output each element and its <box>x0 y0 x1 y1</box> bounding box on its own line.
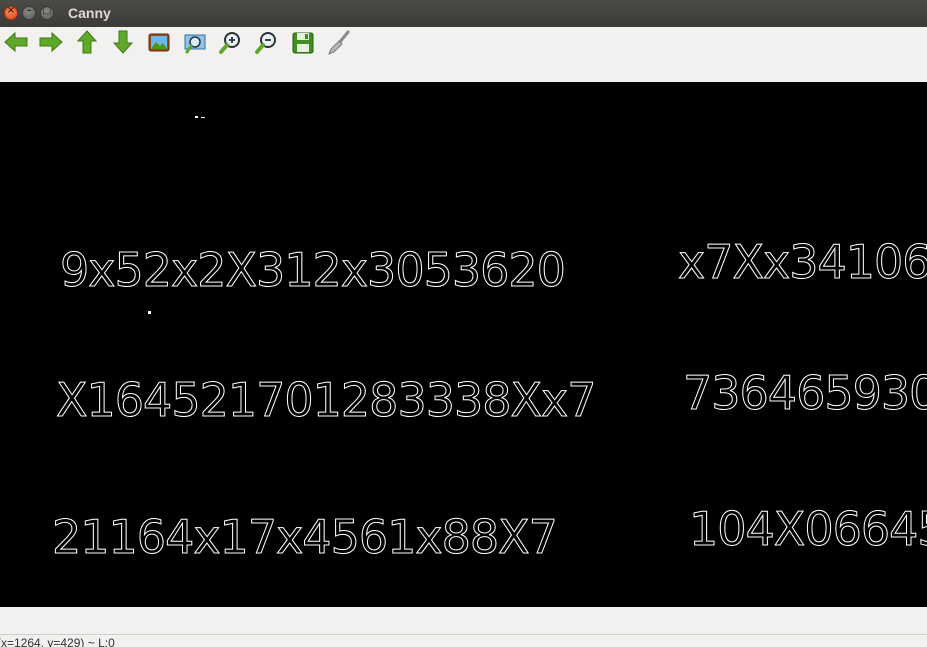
status-bar: (x=1264, y=429) ~ L:0 <box>0 607 927 647</box>
close-button[interactable]: × <box>4 5 18 20</box>
status-divider <box>0 634 927 635</box>
toolbar <box>0 27 927 83</box>
image-canvas[interactable]: 9x52x2X312x3053620 x7Xx341060 X164521701… <box>0 82 927 607</box>
maximize-icon: □ <box>42 5 52 16</box>
close-icon: × <box>6 5 16 16</box>
arrow-left-icon <box>4 31 28 53</box>
status-coordinates: (x=1264, y=429) ~ L:0 <box>0 636 115 647</box>
zoom-out-icon <box>255 32 276 54</box>
save-button[interactable] <box>289 29 317 57</box>
edge-text-row3-right: 104X06645 <box>689 502 927 556</box>
edge-text-row1-left: 9x52x2X312x3053620 <box>60 243 567 297</box>
zoom-region-button[interactable] <box>181 29 209 57</box>
zoom-region-icon <box>184 34 206 54</box>
zoom-in-button[interactable] <box>217 29 245 57</box>
pan-up-button[interactable] <box>73 29 101 57</box>
edge-speck <box>201 117 205 118</box>
floppy-disk-icon <box>292 32 314 54</box>
minimize-button[interactable]: – <box>22 5 36 20</box>
canny-window: × – □ Canny 9x52x2X312x3053620 x7Xx34106… <box>0 0 927 647</box>
zoom-in-icon <box>219 32 240 54</box>
edge-speck <box>195 116 198 118</box>
arrow-down-icon <box>112 30 134 54</box>
window-title: Canny <box>68 5 111 21</box>
pan-left-button[interactable] <box>2 29 30 57</box>
image-icon <box>148 33 170 52</box>
maximize-button[interactable]: □ <box>40 5 54 20</box>
brush-icon <box>328 30 350 55</box>
zoom-fit-button[interactable] <box>145 29 173 57</box>
edge-text-row1-right: x7Xx341060 <box>678 235 927 289</box>
pan-down-button[interactable] <box>109 29 137 57</box>
arrow-right-icon <box>39 31 63 53</box>
title-bar[interactable]: × – □ Canny <box>0 0 927 27</box>
edge-text-row3-left: 21164x17x4561x88X7 <box>52 510 559 564</box>
zoom-out-button[interactable] <box>253 29 281 57</box>
minimize-icon: – <box>26 5 32 16</box>
arrow-up-icon <box>76 30 98 54</box>
pan-right-button[interactable] <box>37 29 65 57</box>
edge-text-row2-right: 736465930 <box>682 366 927 420</box>
edge-speck <box>148 311 151 314</box>
edge-text-row2-left: X164521701283338Xx7 <box>56 373 598 427</box>
properties-button[interactable] <box>325 29 353 57</box>
